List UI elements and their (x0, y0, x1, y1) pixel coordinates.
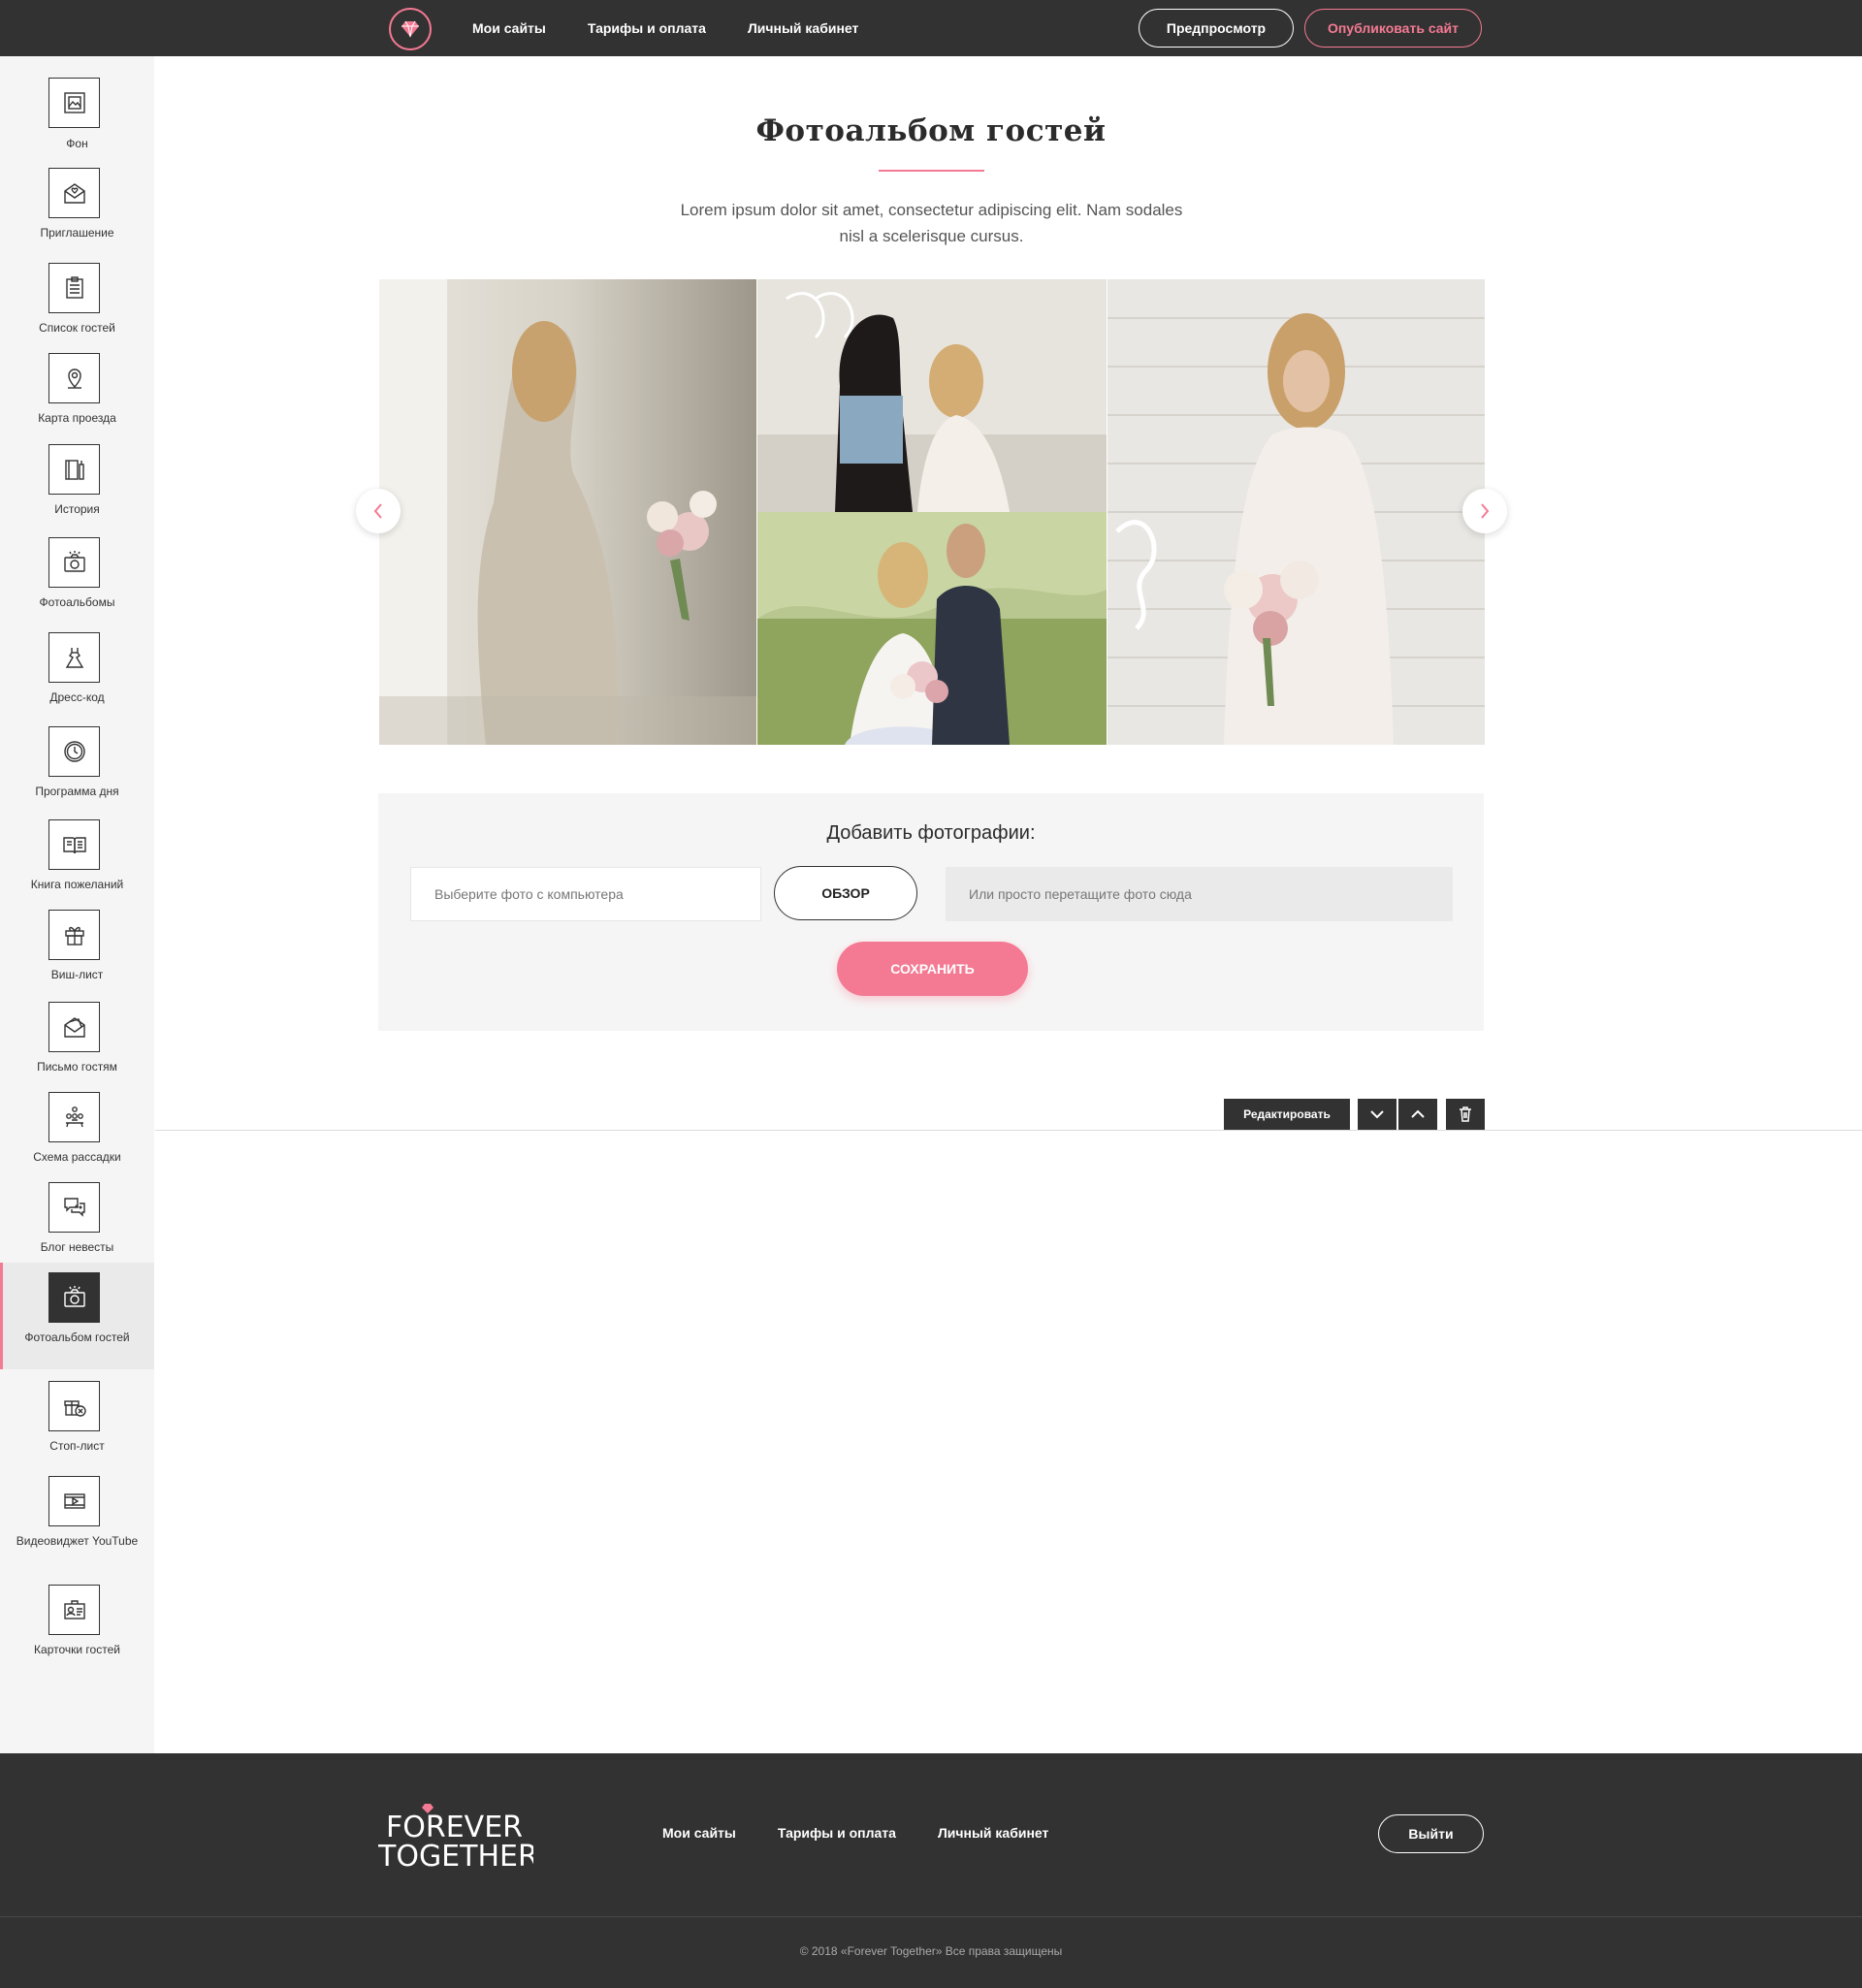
move-down-button[interactable] (1358, 1099, 1396, 1130)
invitation-envelope-icon (48, 168, 100, 218)
footer-nav-account[interactable]: Личный кабинет (938, 1825, 1048, 1841)
upload-panel: Добавить фотографии: Выберите фото с ком… (378, 793, 1484, 1031)
sidebar-item-wish-list[interactable]: Виш-лист (0, 910, 154, 1007)
chat-icon (48, 1182, 100, 1233)
guest-list-icon (48, 263, 100, 313)
sidebar-item-stop-list[interactable]: Стоп-лист (0, 1381, 154, 1478)
delete-button[interactable] (1446, 1099, 1485, 1130)
section-divider (155, 1130, 1862, 1131)
sidebar-item-youtube[interactable]: Видеовиджет YouTube (0, 1476, 154, 1583)
sidebar-item-label: Виш-лист (50, 968, 104, 981)
sidebar-item-label: Список гостей (39, 321, 115, 335)
logo-line2: TOGETHER (378, 1840, 533, 1870)
map-pin-icon (48, 353, 100, 403)
copyright-text: © 2018 «Forever Together» Все права защи… (799, 1944, 1063, 1958)
sidebar-item-label: Блог невесты (40, 1240, 114, 1254)
history-book-icon (48, 444, 100, 495)
letter-icon (48, 1002, 100, 1052)
sidebar-item-dress-code[interactable]: Дресс-код (0, 632, 154, 729)
wish-book-icon (48, 819, 100, 870)
edit-button[interactable]: Редактировать (1224, 1099, 1350, 1130)
sidebar-item-label: История (54, 502, 100, 516)
gallery-photo[interactable] (757, 512, 1107, 745)
sidebar-item-background[interactable]: Фон (0, 78, 154, 175)
video-icon (48, 1476, 100, 1526)
sidebar-item-guest-cards[interactable]: Карточки гостей (0, 1585, 154, 1682)
sidebar-item-label: Стоп-лист (49, 1439, 105, 1453)
background-image-icon (48, 78, 100, 128)
top-bar: Мои сайты Тарифы и оплата Личный кабинет… (0, 0, 1862, 56)
sidebar-item-invitation[interactable]: Приглашение (0, 168, 154, 265)
chevron-down-icon (1370, 1110, 1384, 1119)
guest-card-icon (48, 1585, 100, 1635)
publish-button[interactable]: Опубликовать сайт (1304, 9, 1482, 48)
logout-button[interactable]: Выйти (1378, 1814, 1484, 1853)
sidebar-item-guest-list[interactable]: Список гостей (0, 263, 154, 360)
sidebar-item-label: Программа дня (35, 785, 119, 798)
clock-icon (48, 726, 100, 777)
chevron-up-icon (1411, 1109, 1425, 1118)
sidebar-item-label: Письмо гостям (37, 1060, 117, 1074)
sidebar-item-map[interactable]: Карта проезда (0, 353, 154, 450)
trash-icon (1460, 1106, 1471, 1122)
sidebar-item-label: Видеовиджет YouTube (16, 1534, 139, 1548)
dress-icon (48, 632, 100, 683)
footer-divider (0, 1916, 1862, 1917)
gallery-photo[interactable] (1108, 279, 1485, 745)
section-subtitle: Lorem ipsum dolor sit amet, consectetur … (680, 201, 1183, 245)
save-button[interactable]: СОХРАНИТЬ (837, 942, 1028, 996)
file-input[interactable]: Выберите фото с компьютера (410, 867, 761, 921)
stop-gift-icon (48, 1381, 100, 1431)
sidebar-item-label: Схема рассадки (33, 1150, 121, 1164)
seating-icon (48, 1092, 100, 1142)
gallery-photo[interactable] (757, 279, 1107, 512)
camera-icon (48, 1272, 100, 1323)
nav-account[interactable]: Личный кабинет (748, 20, 858, 36)
sidebar-item-seating[interactable]: Схема рассадки (0, 1092, 154, 1189)
move-up-button[interactable] (1398, 1099, 1437, 1130)
gallery-next-arrow[interactable] (1462, 489, 1507, 533)
sidebar-item-label: Фон (66, 137, 88, 150)
sidebar-item-history[interactable]: История (0, 444, 154, 541)
sidebar-item-label: Приглашение (40, 226, 114, 240)
sidebar-item-label: Карта проезда (38, 411, 116, 425)
drop-zone[interactable]: Или просто перетащите фото сюда (946, 867, 1453, 921)
footer-logo[interactable]: FOREVER TOGETHER (377, 1802, 538, 1874)
sidebar-item-photo-albums[interactable]: Фотоальбомы (0, 537, 154, 634)
gallery-prev-arrow[interactable] (356, 489, 401, 533)
sidebar-item-label: Дресс-код (49, 690, 105, 704)
footer: FOREVER TOGETHER Мои сайты Тарифы и опла… (0, 1753, 1862, 1988)
page: Мои сайты Тарифы и оплата Личный кабинет… (0, 0, 1862, 1988)
title-underline (879, 170, 984, 172)
browse-button[interactable]: ОБЗОР (774, 866, 917, 920)
sidebar-item-label: Фотоальбом гостей (24, 1331, 130, 1344)
gift-icon (48, 910, 100, 960)
sidebar-item-guest-letter[interactable]: Письмо гостям (0, 1002, 154, 1099)
nav-my-sites[interactable]: Мои сайты (472, 20, 546, 36)
logo-diamond-icon[interactable] (389, 8, 432, 50)
gallery-photo[interactable] (379, 279, 756, 745)
preview-button[interactable]: Предпросмотр (1139, 9, 1294, 48)
photo-gallery (379, 279, 1485, 745)
sidebar-item-guest-photo-album[interactable]: Фотоальбом гостей (0, 1263, 154, 1369)
nav-tariffs[interactable]: Тарифы и оплата (588, 20, 706, 36)
footer-nav: Мои сайты Тарифы и оплата Личный кабинет (662, 1825, 1048, 1841)
footer-nav-my-sites[interactable]: Мои сайты (662, 1825, 736, 1841)
footer-nav-tariffs[interactable]: Тарифы и оплата (778, 1825, 896, 1841)
sidebar: Фон Приглашение Список гостей Карта прое… (0, 56, 154, 1753)
sidebar-item-label: Карточки гостей (34, 1643, 120, 1656)
sidebar-item-wish-book[interactable]: Книга пожеланий (0, 819, 154, 916)
upload-title: Добавить фотографии: (826, 822, 1036, 844)
sidebar-item-program[interactable]: Программа дня (0, 726, 154, 823)
sidebar-item-label: Книга пожеланий (30, 878, 124, 891)
top-nav: Мои сайты Тарифы и оплата Личный кабинет (472, 0, 858, 56)
camera-icon (48, 537, 100, 588)
sidebar-item-label: Фотоальбомы (39, 595, 115, 609)
section-title: Фотоальбом гостей (755, 113, 1107, 148)
